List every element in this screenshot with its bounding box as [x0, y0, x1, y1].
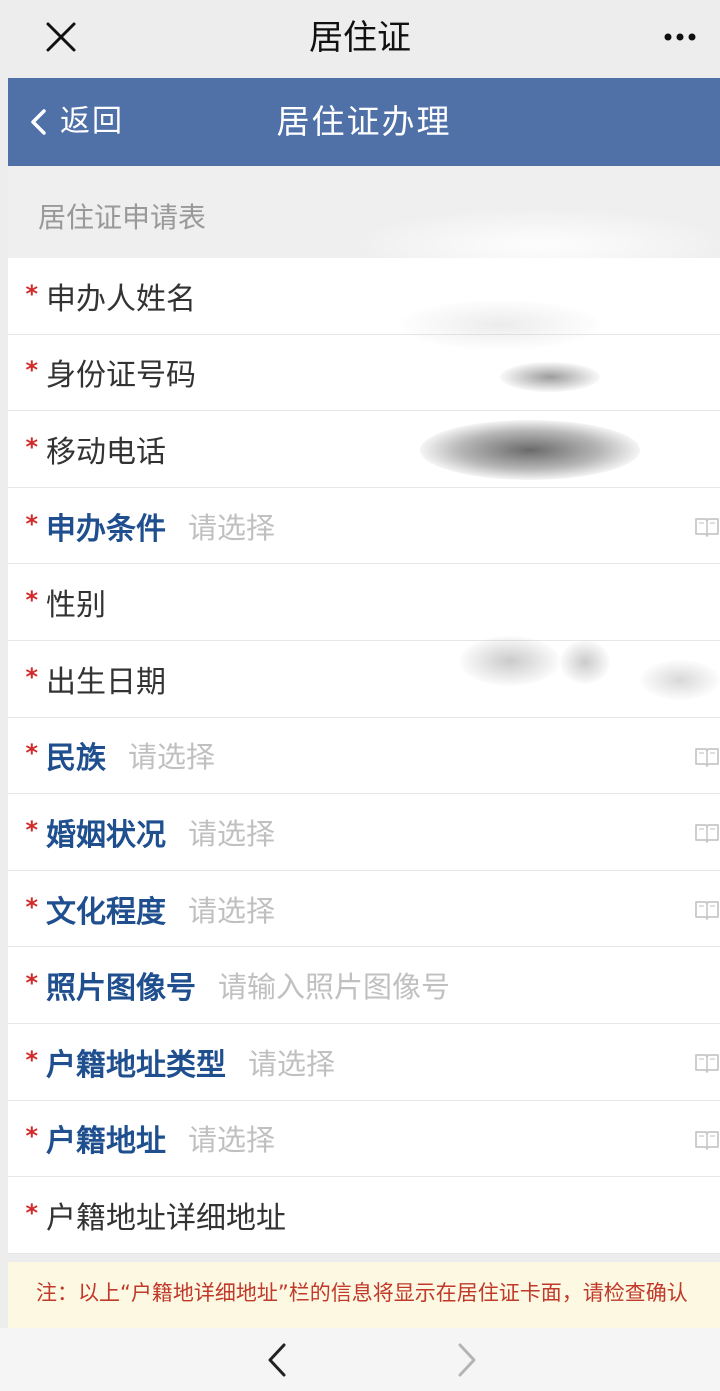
book-icon[interactable] — [694, 898, 720, 920]
required-star: * — [25, 432, 38, 461]
select-field[interactable]: 请选择 — [188, 1117, 275, 1159]
field-label: 出生日期 — [46, 664, 166, 700]
required-star: * — [25, 279, 38, 308]
form-row[interactable]: * 户籍地址 请选择 — [8, 1101, 720, 1178]
form-row[interactable]: * 移动电话 — [8, 411, 720, 488]
browser-nav-bar — [0, 1328, 720, 1391]
required-star: * — [25, 815, 38, 844]
select-field[interactable]: 请选择 — [188, 888, 275, 930]
select-field[interactable]: 请选择 — [128, 734, 215, 776]
form-row[interactable]: * 申办条件 请选择 — [8, 488, 720, 565]
field-label: 性别 — [46, 588, 106, 624]
required-star: * — [25, 662, 38, 691]
form-row[interactable]: * 文化程度 请选择 — [8, 871, 720, 948]
book-icon[interactable] — [694, 745, 720, 767]
field-label: 婚姻状况 — [46, 817, 166, 853]
field-label: 照片图像号 — [46, 971, 196, 1007]
chevron-left-icon[interactable] — [262, 1342, 292, 1378]
required-star: * — [25, 892, 38, 921]
section-title: 居住证申请表 — [38, 201, 207, 234]
field-label: 户籍地址详细地址 — [46, 1200, 286, 1236]
application-form: * 申办人姓名 * 身份证号码 * 移动电话 * 申办条件 请选择 * 性别 * 出生日期 * 民族 请选择 *… — [8, 258, 720, 1254]
form-row[interactable]: * 出生日期 — [8, 641, 720, 718]
page-title: 居住证办理 — [276, 102, 452, 141]
book-icon[interactable] — [694, 1051, 720, 1073]
field-label: 文化程度 — [46, 894, 166, 930]
select-field[interactable]: 请选择 — [248, 1041, 335, 1083]
page-header: 返回 居住证办理 — [8, 78, 720, 166]
select-field[interactable]: 请选择 — [188, 811, 275, 853]
book-icon[interactable] — [694, 1128, 720, 1150]
field-label: 户籍地址类型 — [46, 1047, 226, 1083]
notice-text: 注：以上“户籍地详细地址”栏的信息将显示在居住证卡面，请检查确认 — [36, 1281, 688, 1305]
form-row[interactable]: * 身份证号码 — [8, 335, 720, 412]
required-star: * — [25, 1122, 38, 1151]
form-row[interactable]: * 户籍地址详细地址 — [8, 1177, 720, 1254]
form-row[interactable]: * 户籍地址类型 请选择 — [8, 1024, 720, 1101]
form-row[interactable]: * 民族 请选择 — [8, 718, 720, 795]
form-section-header: 居住证申请表 — [8, 166, 720, 258]
select-field[interactable]: 请选择 — [188, 505, 275, 547]
book-icon[interactable] — [694, 821, 720, 844]
required-star: * — [25, 969, 38, 998]
field-label: 申办条件 — [46, 511, 166, 547]
chevron-right-icon[interactable] — [452, 1342, 482, 1378]
required-star: * — [25, 739, 38, 768]
required-star: * — [25, 356, 38, 385]
field-label: 户籍地址 — [46, 1124, 166, 1160]
field-label: 移动电话 — [46, 434, 166, 470]
required-star: * — [25, 509, 38, 538]
more-icon[interactable] — [662, 22, 702, 52]
form-row[interactable]: * 申办人姓名 — [8, 258, 720, 335]
required-star: * — [25, 586, 38, 615]
field-label: 申办人姓名 — [46, 281, 196, 317]
text-input[interactable]: 请输入照片图像号 — [218, 964, 450, 1006]
window-title: 居住证 — [309, 18, 411, 58]
required-star: * — [25, 1045, 38, 1074]
top-bar: 居住证 — [0, 0, 720, 76]
book-icon[interactable] — [694, 515, 720, 537]
form-row[interactable]: * 性别 — [8, 564, 720, 641]
field-label: 民族 — [46, 741, 106, 777]
required-star: * — [25, 1198, 38, 1227]
address-notice: 注：以上“户籍地详细地址”栏的信息将显示在居住证卡面，请检查确认 — [8, 1262, 720, 1328]
form-row[interactable]: * 婚姻状况 请选择 — [8, 794, 720, 871]
field-label: 身份证号码 — [46, 358, 196, 394]
form-row[interactable]: * 照片图像号 请输入照片图像号 — [8, 947, 720, 1024]
